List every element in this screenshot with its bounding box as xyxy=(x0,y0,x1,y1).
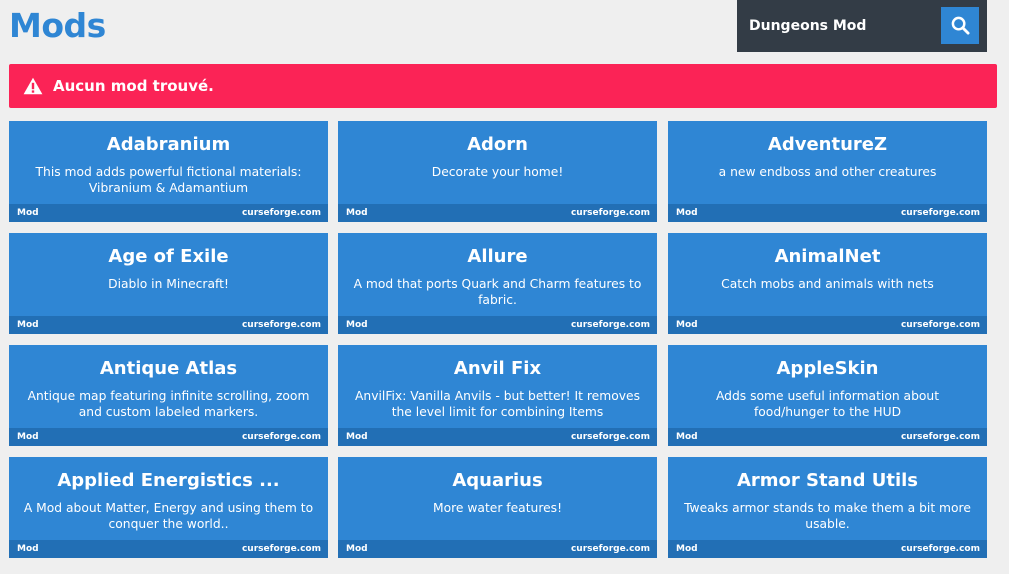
mod-description: Adds some useful information about food/… xyxy=(715,389,940,419)
mod-source: curseforge.com xyxy=(900,432,980,442)
mod-card[interactable]: Antique Atlas Antique map featuring infi… xyxy=(9,345,328,446)
mod-card[interactable]: Applied Energistics ... A Mod about Matt… xyxy=(9,457,328,558)
no-results-alert: Aucun mod trouvé. xyxy=(9,64,997,108)
mod-card[interactable]: Adorn Decorate your home! Mod curseforge… xyxy=(338,121,657,222)
mod-source: curseforge.com xyxy=(900,208,980,218)
mod-title: Armor Stand Utils xyxy=(736,470,919,491)
page-title: Mods xyxy=(9,6,106,45)
mod-title: Applied Energistics ... xyxy=(57,470,280,491)
mod-footer: Mod curseforge.com xyxy=(338,428,657,446)
mod-type: Mod xyxy=(17,320,39,330)
mod-type: Mod xyxy=(676,544,698,554)
mod-type: Mod xyxy=(17,544,39,554)
mod-source: curseforge.com xyxy=(241,208,321,218)
mod-description: Antique map featuring infinite scrolling… xyxy=(27,389,310,419)
mod-card[interactable]: AnimalNet Catch mobs and animals with ne… xyxy=(668,233,987,334)
mod-title: Anvil Fix xyxy=(453,358,542,379)
mod-description: a new endboss and other creatures xyxy=(718,165,937,179)
mod-title: Aquarius xyxy=(452,470,543,491)
mod-card[interactable]: AdventureZ a new endboss and other creat… xyxy=(668,121,987,222)
mod-type: Mod xyxy=(346,320,368,330)
mod-type: Mod xyxy=(17,432,39,442)
mod-description: This mod adds powerful fictional materia… xyxy=(35,165,302,195)
mod-title: Allure xyxy=(467,246,528,267)
mod-title: Adorn xyxy=(467,134,528,155)
mod-description: A mod that ports Quark and Charm feature… xyxy=(353,277,642,307)
mod-title: AppleSkin xyxy=(776,358,879,379)
mod-type: Mod xyxy=(346,432,368,442)
mod-description: Tweaks armor stands to make them a bit m… xyxy=(684,501,971,531)
mod-card[interactable]: Armor Stand Utils Tweaks armor stands to… xyxy=(668,457,987,558)
search-icon xyxy=(951,16,970,35)
mod-card[interactable]: Anvil Fix AnvilFix: Vanilla Anvils - but… xyxy=(338,345,657,446)
mod-footer: Mod curseforge.com xyxy=(9,204,328,222)
mod-footer: Mod curseforge.com xyxy=(338,540,657,558)
mod-footer: Mod curseforge.com xyxy=(9,428,328,446)
mod-source: curseforge.com xyxy=(570,544,650,554)
mod-source: curseforge.com xyxy=(570,208,650,218)
mod-type: Mod xyxy=(346,208,368,218)
mod-description: A Mod about Matter, Energy and using the… xyxy=(23,501,314,531)
mod-card[interactable]: Age of Exile Diablo in Minecraft! Mod cu… xyxy=(9,233,328,334)
mod-footer: Mod curseforge.com xyxy=(668,204,987,222)
mod-footer: Mod curseforge.com xyxy=(668,428,987,446)
search-input[interactable] xyxy=(737,0,937,52)
mod-footer: Mod curseforge.com xyxy=(338,204,657,222)
mod-source: curseforge.com xyxy=(570,432,650,442)
mod-title: Adabranium xyxy=(106,134,231,155)
mod-title: Age of Exile xyxy=(108,246,229,267)
mod-source: curseforge.com xyxy=(241,544,321,554)
mod-title: Antique Atlas xyxy=(99,358,238,379)
mod-type: Mod xyxy=(676,208,698,218)
mod-card[interactable]: Adabranium This mod adds powerful fictio… xyxy=(9,121,328,222)
mod-source: curseforge.com xyxy=(570,320,650,330)
mod-type: Mod xyxy=(676,432,698,442)
mod-title: AnimalNet xyxy=(774,246,881,267)
alert-message: Aucun mod trouvé. xyxy=(53,77,214,95)
mod-card[interactable]: AppleSkin Adds some useful information a… xyxy=(668,345,987,446)
mod-description: More water features! xyxy=(432,501,563,515)
mod-source: curseforge.com xyxy=(900,544,980,554)
mod-footer: Mod curseforge.com xyxy=(668,316,987,334)
mod-card[interactable]: Aquarius More water features! Mod cursef… xyxy=(338,457,657,558)
mod-source: curseforge.com xyxy=(900,320,980,330)
mod-description: AnvilFix: Vanilla Anvils - but better! I… xyxy=(355,389,640,419)
search-box xyxy=(737,0,987,52)
mod-source: curseforge.com xyxy=(241,320,321,330)
mod-type: Mod xyxy=(676,320,698,330)
mod-footer: Mod curseforge.com xyxy=(338,316,657,334)
warning-icon xyxy=(23,77,43,95)
mod-card[interactable]: Allure A mod that ports Quark and Charm … xyxy=(338,233,657,334)
mod-footer: Mod curseforge.com xyxy=(9,316,328,334)
mod-description: Diablo in Minecraft! xyxy=(108,277,229,291)
mod-type: Mod xyxy=(17,208,39,218)
mod-source: curseforge.com xyxy=(241,432,321,442)
mod-title: AdventureZ xyxy=(767,134,888,155)
mod-description: Catch mobs and animals with nets xyxy=(721,277,934,291)
mod-footer: Mod curseforge.com xyxy=(9,540,328,558)
search-button[interactable] xyxy=(941,7,979,44)
mod-type: Mod xyxy=(346,544,368,554)
mod-footer: Mod curseforge.com xyxy=(668,540,987,558)
mod-description: Decorate your home! xyxy=(431,165,564,179)
